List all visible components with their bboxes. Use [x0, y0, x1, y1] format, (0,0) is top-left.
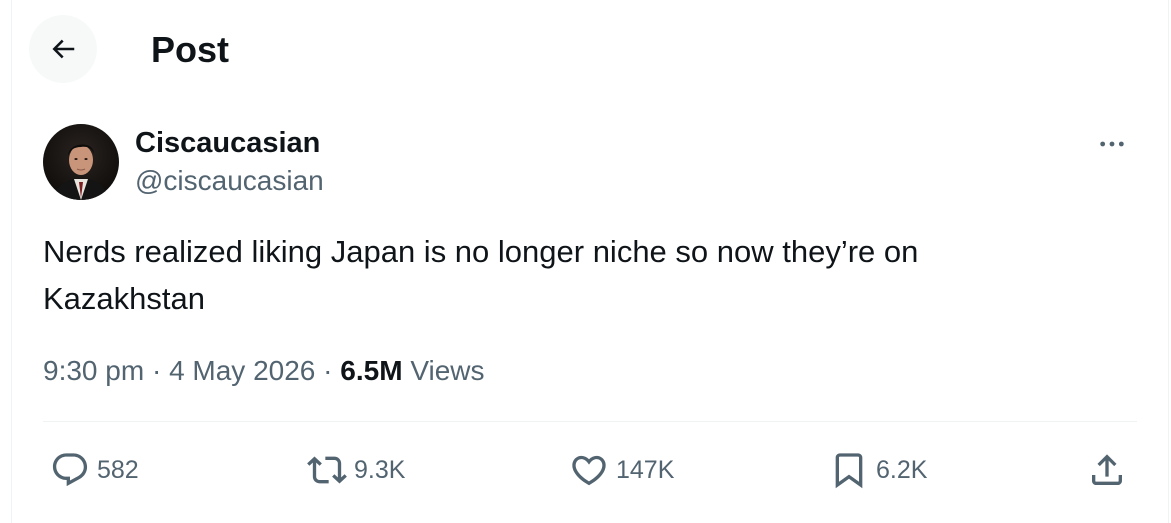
repost-button[interactable]: 9.3K — [307, 440, 405, 500]
share-button[interactable] — [1087, 440, 1127, 500]
views-label: Views — [410, 355, 485, 386]
reply-count: 582 — [97, 455, 139, 484]
bookmark-button[interactable]: 6.2K — [829, 440, 927, 500]
divider — [43, 421, 1137, 422]
back-button[interactable] — [29, 15, 97, 83]
like-count: 147K — [616, 455, 675, 484]
arrow-left-icon — [52, 39, 75, 59]
post-metadata: 9:30 pm · 4 May 2026 · 6.5M Views — [43, 352, 485, 390]
reply-icon — [52, 453, 88, 487]
action-bar: 582 9.3K 147K 6.2K — [0, 440, 1171, 500]
reply-button[interactable]: 582 — [50, 440, 139, 500]
meta-separator: · — [151, 355, 162, 386]
profile-photo — [43, 124, 119, 200]
page-title: Post — [151, 29, 230, 70]
post-text: Nerds realized liking Japan is no longer… — [43, 234, 919, 316]
post-time[interactable]: 9:30 pm — [43, 355, 144, 386]
author-handle[interactable]: @ciscaucasian — [135, 164, 324, 198]
post-date[interactable]: 4 May 2026 — [169, 355, 315, 386]
more-horizontal-icon — [1100, 141, 1124, 147]
author-display-name[interactable]: Ciscaucasian — [135, 126, 320, 160]
bookmark-count: 6.2K — [876, 455, 928, 484]
bookmark-icon — [835, 453, 863, 489]
meta-separator: · — [323, 355, 333, 386]
avatar[interactable] — [43, 124, 119, 200]
like-button[interactable]: 147K — [569, 440, 674, 500]
share-icon — [1092, 454, 1122, 485]
views-count: 6.5M — [340, 355, 403, 386]
more-options-button[interactable] — [1092, 124, 1132, 164]
repost-count: 9.3K — [354, 455, 406, 484]
heart-icon — [572, 455, 606, 486]
repost-icon — [307, 456, 347, 484]
